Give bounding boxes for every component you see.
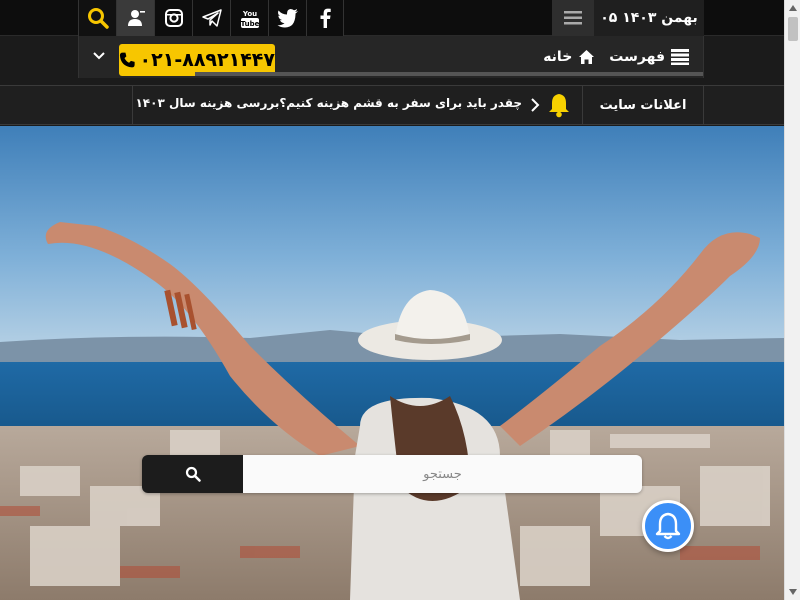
search-icon xyxy=(185,466,201,482)
nav-links: فهرست خانه xyxy=(543,46,689,68)
list-icon xyxy=(671,49,689,65)
bell-icon xyxy=(655,512,681,540)
hamburger-icon xyxy=(564,11,582,25)
twitter-icon xyxy=(277,9,298,28)
telegram-button[interactable] xyxy=(192,0,230,36)
nav-underline xyxy=(195,72,703,76)
scroll-up-arrow[interactable] xyxy=(785,0,800,16)
page: You Tube ۰۵ بهمن ۱۴۰۳ ۰۲۱-۸۸۹۲۱۴۴۷ فهرست… xyxy=(0,0,784,600)
nav-dropdown-toggle[interactable] xyxy=(91,49,107,63)
arrow-up-icon xyxy=(789,5,797,11)
notification-bell-button[interactable] xyxy=(642,500,694,552)
scrollbar-thumb[interactable] xyxy=(788,17,798,41)
search-bar xyxy=(142,455,642,493)
chevron-right-icon xyxy=(531,98,540,112)
announcement-text[interactable]: چقدر باید برای سفر به قشم هزینه کنیم؟برر… xyxy=(135,96,522,110)
announcements-bar: چقدر باید برای سفر به قشم هزینه کنیم؟برر… xyxy=(0,85,784,125)
menu-toggle-button[interactable] xyxy=(552,0,594,36)
announcements-spacer xyxy=(0,86,133,124)
chevron-down-icon xyxy=(93,52,105,60)
nav-item-home[interactable]: خانه xyxy=(543,49,595,65)
nav-item-home-label: خانه xyxy=(543,49,573,65)
phone-number: ۰۲۱-۸۸۹۲۱۴۴۷ xyxy=(139,49,275,71)
scroll-down-arrow[interactable] xyxy=(785,584,800,600)
youtube-button[interactable]: You Tube xyxy=(230,0,268,36)
announcements-title: اعلانات سایت xyxy=(582,86,704,124)
home-icon xyxy=(579,50,595,64)
scrollbar[interactable] xyxy=(784,0,800,600)
nav-item-menu-label: فهرست xyxy=(609,49,665,65)
phone-icon xyxy=(119,52,135,68)
search-button[interactable] xyxy=(142,455,243,493)
user-button[interactable] xyxy=(116,0,154,36)
user-icon xyxy=(127,10,145,26)
nav-item-menu[interactable]: فهرست xyxy=(609,49,689,65)
arrow-down-icon xyxy=(789,589,797,595)
bell-icon xyxy=(549,94,569,118)
youtube-icon: You Tube xyxy=(240,10,259,28)
top-right: ۰۵ بهمن ۱۴۰۳ xyxy=(552,0,704,36)
svg-text:Tube: Tube xyxy=(240,20,259,28)
svg-text:You: You xyxy=(241,10,256,18)
search-toggle-button[interactable] xyxy=(78,0,116,36)
telegram-icon xyxy=(201,9,222,27)
search-icon xyxy=(87,8,109,29)
facebook-button[interactable] xyxy=(306,0,344,36)
instagram-icon xyxy=(164,9,183,27)
current-date: ۰۵ بهمن ۱۴۰۳ xyxy=(594,0,704,36)
top-bar: You Tube ۰۵ بهمن ۱۴۰۳ xyxy=(0,0,784,36)
facebook-icon xyxy=(320,8,331,28)
instagram-button[interactable] xyxy=(154,0,192,36)
twitter-button[interactable] xyxy=(268,0,306,36)
social-links: You Tube xyxy=(78,0,344,36)
search-input[interactable] xyxy=(243,455,642,493)
